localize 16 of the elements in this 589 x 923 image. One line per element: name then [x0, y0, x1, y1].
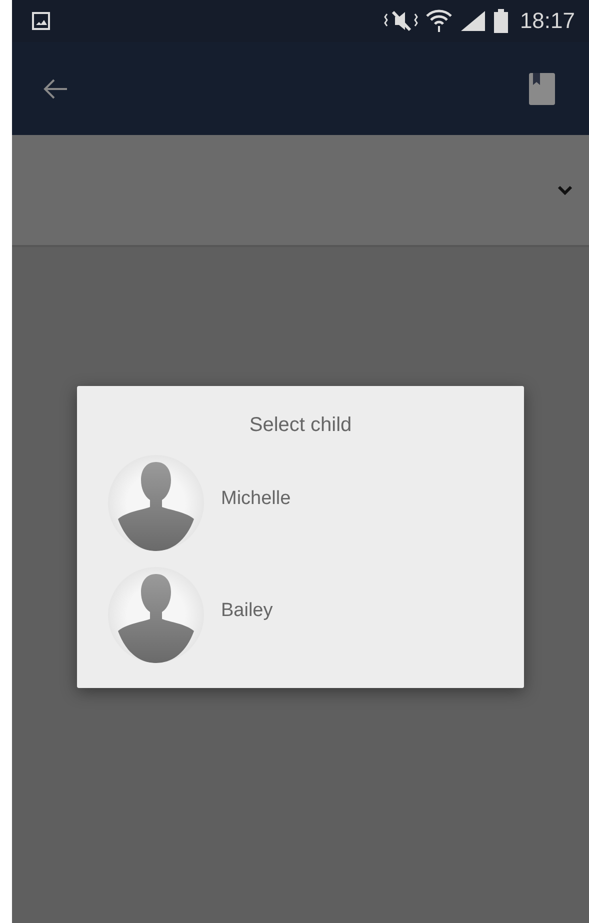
- clock-time: 18:17: [520, 8, 575, 34]
- dialog-title: Select child: [248, 414, 353, 437]
- bookmark-book-icon[interactable]: [529, 72, 555, 104]
- child-name: Bailey: [221, 600, 273, 622]
- signal-icon: [460, 10, 486, 32]
- child-list-item[interactable]: Michelle: [77, 447, 524, 559]
- chevron-down-icon[interactable]: [557, 185, 573, 195]
- child-list-item[interactable]: Bailey: [77, 559, 524, 671]
- wifi-icon: [426, 9, 452, 33]
- image-icon: [32, 12, 50, 30]
- back-arrow-icon[interactable]: [42, 78, 68, 100]
- avatar-icon: [107, 566, 205, 664]
- battery-icon: [494, 9, 508, 33]
- mute-icon: [384, 10, 418, 32]
- child-name: Michelle: [221, 488, 291, 510]
- avatar-icon: [107, 454, 205, 552]
